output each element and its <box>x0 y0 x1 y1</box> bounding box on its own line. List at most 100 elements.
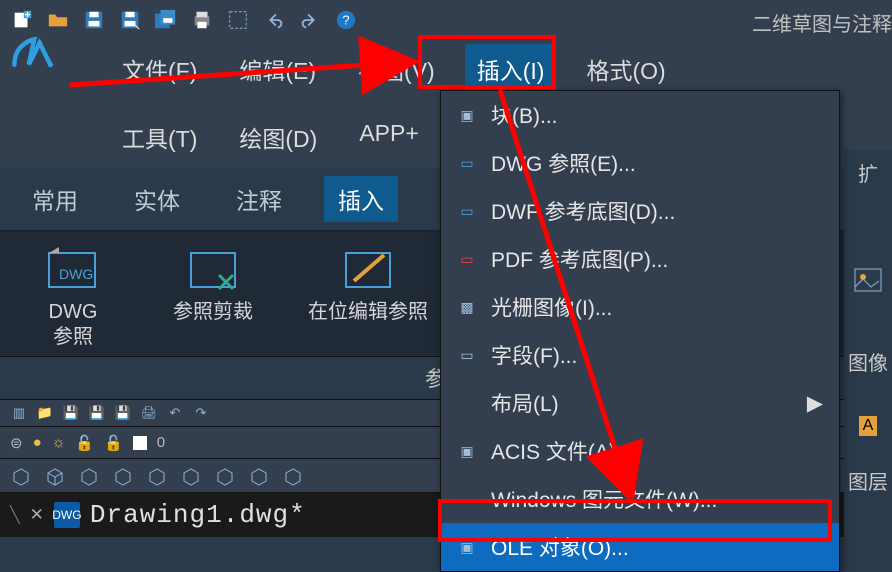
menu-item-dwfunderlay-label: DWF 参考底图(D)... <box>491 196 675 226</box>
tab-insert[interactable]: 插入 <box>324 176 398 222</box>
cube9-icon[interactable] <box>282 465 304 487</box>
layout-menu-icon <box>457 393 477 413</box>
right-expand[interactable]: 扩 <box>858 158 878 187</box>
cube4-icon[interactable] <box>112 465 134 487</box>
block-icon: ▣ <box>457 105 477 125</box>
saveall-icon[interactable] <box>152 6 180 34</box>
layer-name[interactable]: 0 <box>157 434 165 451</box>
layer-lock-icon[interactable]: 🔓 <box>75 434 94 452</box>
menu-edit[interactable]: 编辑(E) <box>227 44 328 94</box>
layer-plot-icon[interactable]: 🔓 <box>104 434 123 452</box>
undo-icon[interactable] <box>260 6 288 34</box>
close-tab-icon[interactable]: ✕ <box>30 505 44 525</box>
ribbon-edit-ref[interactable]: 在位编辑参照 <box>298 246 438 350</box>
menu-item-dwgref-label: DWG 参照(E)... <box>491 148 636 178</box>
cube3-icon[interactable] <box>78 465 100 487</box>
right-label-image: 图像 <box>848 347 888 376</box>
ref-clip-icon <box>183 246 243 294</box>
menu-item-block[interactable]: ▣ 块(B)... <box>441 91 839 139</box>
new-icon[interactable] <box>8 6 36 34</box>
layer-sun-icon[interactable]: ☼ <box>52 434 66 451</box>
menu-tools[interactable]: 工具(T) <box>110 112 209 162</box>
raster-menu-icon: ▩ <box>457 297 477 317</box>
cube7-icon[interactable] <box>214 465 236 487</box>
dwg-ref-icon: DWG <box>43 246 103 294</box>
dwg-file-icon: DWG <box>54 502 80 528</box>
tab-common[interactable]: 常用 <box>18 176 92 222</box>
svg-text:?: ? <box>342 13 349 28</box>
menu-item-raster-label: 光栅图像(I)... <box>491 292 612 322</box>
tab-annotate[interactable]: 注释 <box>222 176 296 222</box>
mt-save3-icon[interactable]: 💾 <box>114 404 132 422</box>
saveas-icon[interactable] <box>116 6 144 34</box>
menu-item-layout[interactable]: 布局(L) ▶ <box>441 379 839 427</box>
mt-save-icon[interactable]: 💾 <box>62 404 80 422</box>
acis-menu-icon: ▣ <box>457 441 477 461</box>
mt-new-icon[interactable]: ▥ <box>10 404 28 422</box>
select-icon[interactable] <box>224 6 252 34</box>
menu-view[interactable]: 视图(V) <box>346 44 447 94</box>
menu-item-acis[interactable]: ▣ ACIS 文件(A)... <box>441 427 839 475</box>
menu-item-dwgref[interactable]: ▭ DWG 参照(E)... <box>441 139 839 187</box>
layer-color-swatch[interactable] <box>133 436 147 450</box>
wmf-menu-icon <box>457 489 477 509</box>
mt-save2-icon[interactable]: 💾 <box>88 404 106 422</box>
right-strip: 扩 图像 A 图层 <box>844 150 892 560</box>
menu-item-pdfunderlay[interactable]: ▭ PDF 参考底图(P)... <box>441 235 839 283</box>
layer-a-icon[interactable]: A <box>859 416 878 436</box>
ribbon-ref-clip-label: 参照剪裁 <box>173 300 253 325</box>
mt-redo-icon[interactable]: ↷ <box>192 404 210 422</box>
menu-item-field[interactable]: ▭字段(F)... <box>441 331 839 379</box>
save-icon[interactable] <box>80 6 108 34</box>
cube5-icon[interactable] <box>146 465 168 487</box>
menu-item-raster[interactable]: ▩ 光栅图像(I)... <box>441 283 839 331</box>
image-panel-icon[interactable] <box>853 267 883 297</box>
menu-item-pdfunderlay-label: PDF 参考底图(P)... <box>491 244 668 274</box>
menu-draw[interactable]: 绘图(D) <box>227 112 329 162</box>
menu-item-dwfunderlay[interactable]: ▭ DWF 参考底图(D)... <box>441 187 839 235</box>
ribbon-edit-ref-label: 在位编辑参照 <box>308 300 428 325</box>
menu-item-wmf-label: Windows 图元文件(W)... <box>491 484 717 514</box>
ribbon-dwg-ref-label: DWG参照 <box>49 300 98 350</box>
submenu-arrow-icon: ▶ <box>807 391 823 416</box>
menu-format[interactable]: 格式(O) <box>574 44 677 94</box>
open-icon[interactable] <box>44 6 72 34</box>
print-icon[interactable] <box>188 6 216 34</box>
menu-item-acis-label: ACIS 文件(A)... <box>491 436 633 466</box>
menu-app[interactable]: APP+ <box>347 112 437 162</box>
document-filename: Drawing1.dwg* <box>90 500 306 530</box>
ribbon-ref-clip[interactable]: 参照剪裁 <box>158 246 268 350</box>
cube6-icon[interactable] <box>180 465 202 487</box>
right-label-layer: 图层 <box>848 466 888 495</box>
help-icon[interactable]: ? <box>332 6 360 34</box>
pdf-menu-icon: ▭ <box>457 249 477 269</box>
mt-undo-icon[interactable]: ↶ <box>166 404 184 422</box>
field-menu-icon: ▭ <box>457 345 477 365</box>
dwf-menu-icon: ▭ <box>457 201 477 221</box>
svg-text:DWG: DWG <box>59 266 93 282</box>
tab-entity[interactable]: 实体 <box>120 176 194 222</box>
menu-item-block-label: 块(B)... <box>491 100 558 130</box>
cube1-icon[interactable] <box>10 465 32 487</box>
layer-bulb-icon[interactable]: ● <box>33 434 42 451</box>
insert-menu-dropdown: ▣ 块(B)... ▭ DWG 参照(E)... ▭ DWF 参考底图(D)... ▭… <box>440 90 840 572</box>
menu-item-ole[interactable]: ▣ OLE 对象(O)... <box>441 523 839 571</box>
cube8-icon[interactable] <box>248 465 270 487</box>
edit-ref-icon <box>338 246 398 294</box>
line-tool-icon[interactable]: ╲ <box>10 505 20 525</box>
menu-insert[interactable]: 插入(I) <box>465 44 557 94</box>
workspace-label[interactable]: 二维草图与注释 <box>752 8 892 37</box>
ole-menu-icon: ▣ <box>457 537 477 557</box>
menu-file[interactable]: 文件(F) <box>110 44 209 94</box>
redo-icon[interactable] <box>296 6 324 34</box>
cube2-icon[interactable] <box>44 465 66 487</box>
ribbon-dwg-ref[interactable]: DWG DWG参照 <box>18 246 128 350</box>
layer-vis-icon[interactable]: ⊜ <box>10 434 23 452</box>
app-logo <box>6 32 76 78</box>
mt-open-icon[interactable]: 📁 <box>36 404 54 422</box>
dwgref-menu-icon: ▭ <box>457 153 477 173</box>
menu-item-ole-label: OLE 对象(O)... <box>491 532 629 562</box>
mt-print-icon[interactable]: 🖨 <box>140 404 158 422</box>
menu-item-layout-label: 布局(L) <box>491 388 559 418</box>
menu-item-wmf[interactable]: Windows 图元文件(W)... <box>441 475 839 523</box>
